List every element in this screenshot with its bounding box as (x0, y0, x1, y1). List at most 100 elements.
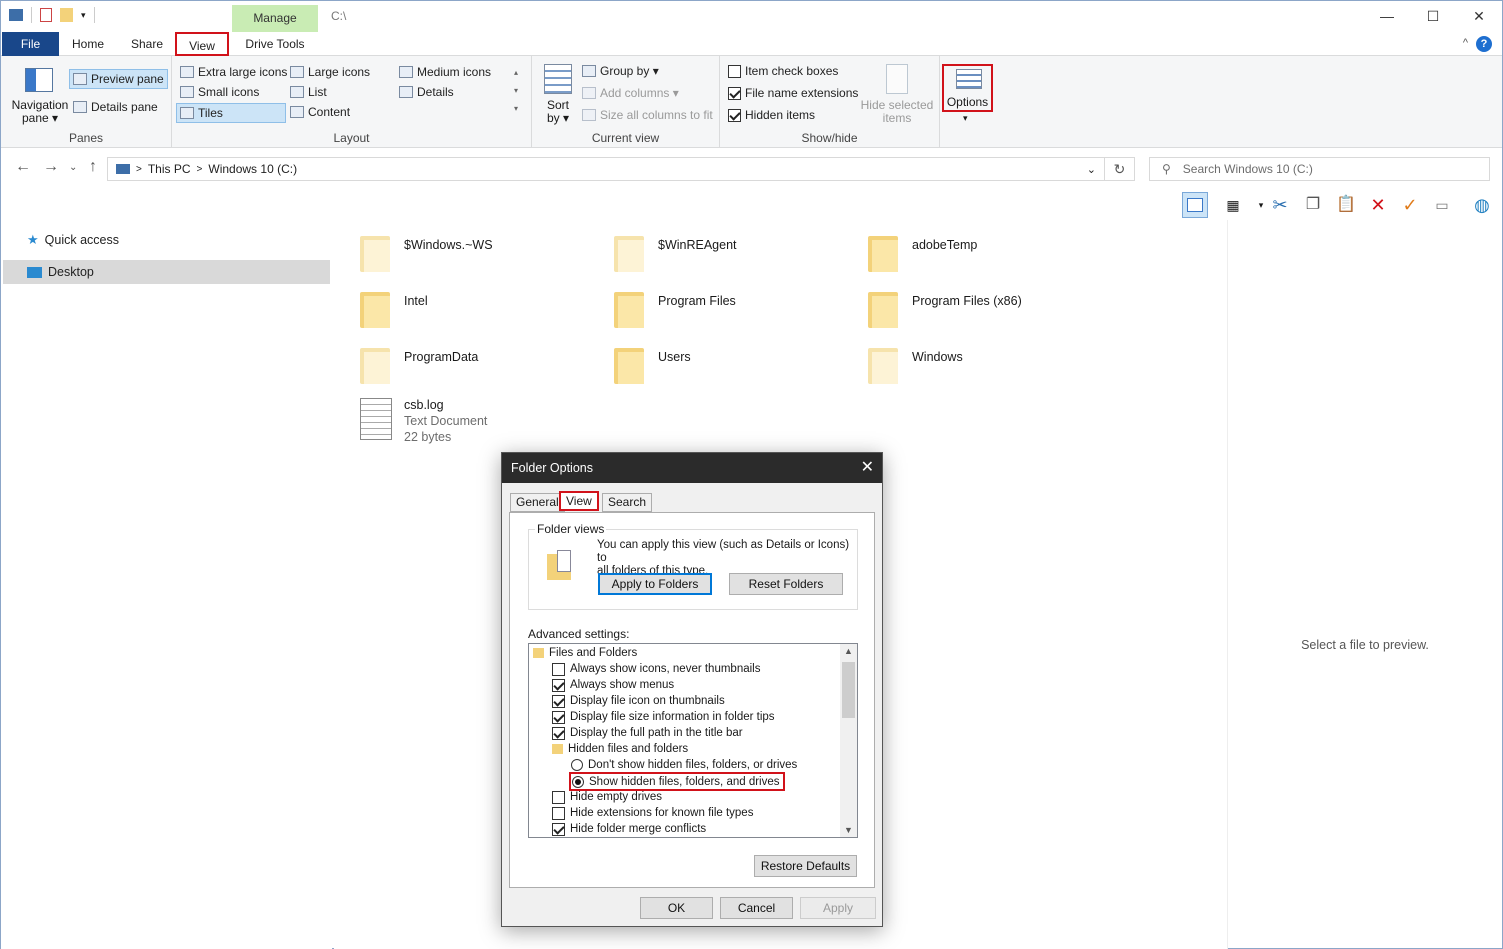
checkbox[interactable] (552, 662, 565, 676)
options-dropdown-arrow[interactable]: ▾ (963, 113, 968, 124)
tab-view[interactable]: View (175, 32, 229, 56)
file-item[interactable]: Windows (868, 344, 963, 384)
tree-item[interactable]: Display the full path in the title bar (552, 725, 743, 741)
new-folder-icon[interactable] (60, 8, 73, 22)
item-check-boxes-checkbox[interactable] (728, 64, 741, 78)
tree-item[interactable]: Files and Folders (533, 645, 637, 661)
ok-button[interactable]: OK (640, 897, 713, 919)
details-button[interactable]: Details (399, 85, 454, 99)
dialog-close-button[interactable]: ✕ (861, 453, 874, 483)
chevron-up-icon[interactable]: ▲ (844, 646, 853, 656)
rename-icon[interactable]: ▭ (1429, 192, 1455, 218)
hidden-items-toggle[interactable]: Hidden items (728, 108, 815, 122)
preview-toggle-icon[interactable] (1182, 192, 1208, 218)
nav-item-desktop[interactable]: Desktop (3, 260, 330, 284)
radio-button[interactable] (571, 759, 583, 771)
file-item[interactable]: $Windows.~WS (360, 232, 493, 272)
search-box[interactable]: ⚲ Search Windows 10 (C:) (1149, 157, 1490, 181)
chevron-down-icon[interactable]: ▼ (844, 825, 853, 835)
radio-button[interactable] (572, 775, 584, 788)
refresh-button[interactable]: ↻ (1105, 157, 1135, 181)
tree-item[interactable]: Don't show hidden files, folders, or dri… (571, 757, 797, 773)
checkbox[interactable] (552, 678, 565, 692)
apply-button[interactable]: Apply (800, 897, 876, 919)
tab-view[interactable]: View (559, 491, 599, 511)
help-icon[interactable]: ? (1476, 36, 1492, 52)
checkmark-icon[interactable]: ✓ (1397, 192, 1423, 218)
file-item[interactable]: Program Files (614, 288, 736, 328)
tree-item[interactable]: Always show icons, never thumbnails (552, 661, 760, 677)
cut-icon[interactable]: ✂ (1267, 192, 1293, 218)
tree-item[interactable]: Display file icon on thumbnails (552, 693, 725, 709)
file-item[interactable]: ProgramData (360, 344, 478, 384)
chevron-up-icon[interactable]: ^ (1463, 37, 1468, 49)
tab-home[interactable]: Home (63, 32, 113, 56)
tab-drive-tools[interactable]: Drive Tools (237, 32, 313, 56)
options-button[interactable]: Options (942, 64, 993, 112)
preview-pane-button[interactable]: Preview pane (69, 69, 168, 89)
file-item[interactable]: Users (614, 344, 691, 384)
search-input[interactable]: Search Windows 10 (C:) (1183, 162, 1313, 176)
tab-general[interactable]: General (510, 493, 565, 512)
tree-item[interactable]: Hide folder merge conflicts (552, 821, 706, 837)
tree-item[interactable]: Display file size information in folder … (552, 709, 775, 725)
checkbox[interactable] (552, 822, 565, 836)
address-bar[interactable]: > This PC > Windows 10 (C:) ⌄ (107, 157, 1105, 181)
tree-item[interactable]: Hide empty drives (552, 789, 662, 805)
file-name-extensions-checkbox[interactable] (728, 86, 741, 100)
tree-item[interactable]: Hide extensions for known file types (552, 805, 753, 821)
back-arrow-icon[interactable]: ← (15, 158, 31, 176)
explorer-icon[interactable] (9, 9, 23, 21)
checkbox[interactable] (552, 790, 565, 804)
content-button[interactable]: Content (290, 105, 350, 119)
item-check-boxes-toggle[interactable]: Item check boxes (728, 64, 838, 78)
tree-scrollbar[interactable]: ▲ ▼ (840, 644, 857, 837)
restore-defaults-button[interactable]: Restore Defaults (754, 855, 857, 877)
checkbox[interactable] (552, 806, 565, 820)
tiles-button[interactable]: Tiles (176, 103, 286, 123)
cancel-button[interactable]: Cancel (720, 897, 793, 919)
tree-item[interactable]: Always show menus (552, 677, 674, 693)
checkbox[interactable] (552, 710, 565, 724)
file-item[interactable]: Intel (360, 288, 428, 328)
file-item[interactable]: csb.log Text Document 22 bytes (360, 398, 487, 444)
tab-search[interactable]: Search (602, 493, 653, 512)
minimize-button[interactable]: — (1364, 1, 1410, 32)
paste-icon[interactable]: 📋 (1333, 192, 1359, 218)
list-button[interactable]: List (290, 85, 327, 99)
large-icons-button[interactable]: Large icons (290, 65, 370, 79)
scrollbar-thumb[interactable] (842, 662, 855, 718)
file-name-extensions-toggle[interactable]: File name extensions (728, 86, 858, 100)
layout-scroll[interactable]: ▴ ▾ ▾ (510, 64, 522, 120)
file-item[interactable]: adobeTemp (868, 232, 977, 272)
manage-tab[interactable]: Manage (232, 5, 318, 32)
group-by-button[interactable]: Group by ▾ (582, 64, 659, 78)
sort-by-button[interactable]: Sort by ▾ (540, 99, 576, 125)
maximize-button[interactable]: ☐ (1410, 1, 1456, 32)
size-all-columns-button[interactable]: Size all columns to fit (582, 108, 713, 122)
nav-item-quick-access[interactable]: ★ Quick access (3, 228, 330, 252)
medium-icons-button[interactable]: Medium icons (399, 65, 491, 79)
add-columns-button[interactable]: Add columns ▾ (582, 86, 679, 100)
close-button[interactable]: ✕ (1456, 1, 1502, 32)
breadcrumb-drive[interactable]: Windows 10 (C:) (208, 162, 297, 176)
breadcrumb-this-pc[interactable]: This PC (148, 162, 191, 176)
apply-to-folders-button[interactable]: Apply to Folders (598, 573, 712, 595)
file-item[interactable]: $WinREAgent (614, 232, 737, 272)
chevron-down-icon[interactable]: ▾ (81, 10, 86, 21)
file-item[interactable]: Program Files (x86) (868, 288, 1022, 328)
checkbox[interactable] (552, 726, 565, 740)
extra-large-icons-button[interactable]: Extra large icons (180, 65, 287, 79)
up-arrow-icon[interactable]: ↑ (89, 158, 97, 176)
reset-folders-button[interactable]: Reset Folders (729, 573, 843, 595)
small-icons-button[interactable]: Small icons (180, 85, 259, 99)
hidden-items-checkbox[interactable] (728, 108, 741, 122)
recent-locations-icon[interactable]: ⌄ (69, 162, 77, 173)
tab-file[interactable]: File (2, 32, 59, 56)
tab-share[interactable]: Share (121, 32, 173, 56)
forward-arrow-icon[interactable]: → (43, 158, 59, 176)
copy-icon[interactable]: ❐ (1300, 192, 1326, 218)
navigation-pane-button[interactable]: Navigation pane ▾ (9, 99, 71, 125)
globe-icon[interactable]: ◍ (1469, 192, 1495, 218)
hide-selected-items-button[interactable]: Hide selected items (860, 99, 934, 125)
